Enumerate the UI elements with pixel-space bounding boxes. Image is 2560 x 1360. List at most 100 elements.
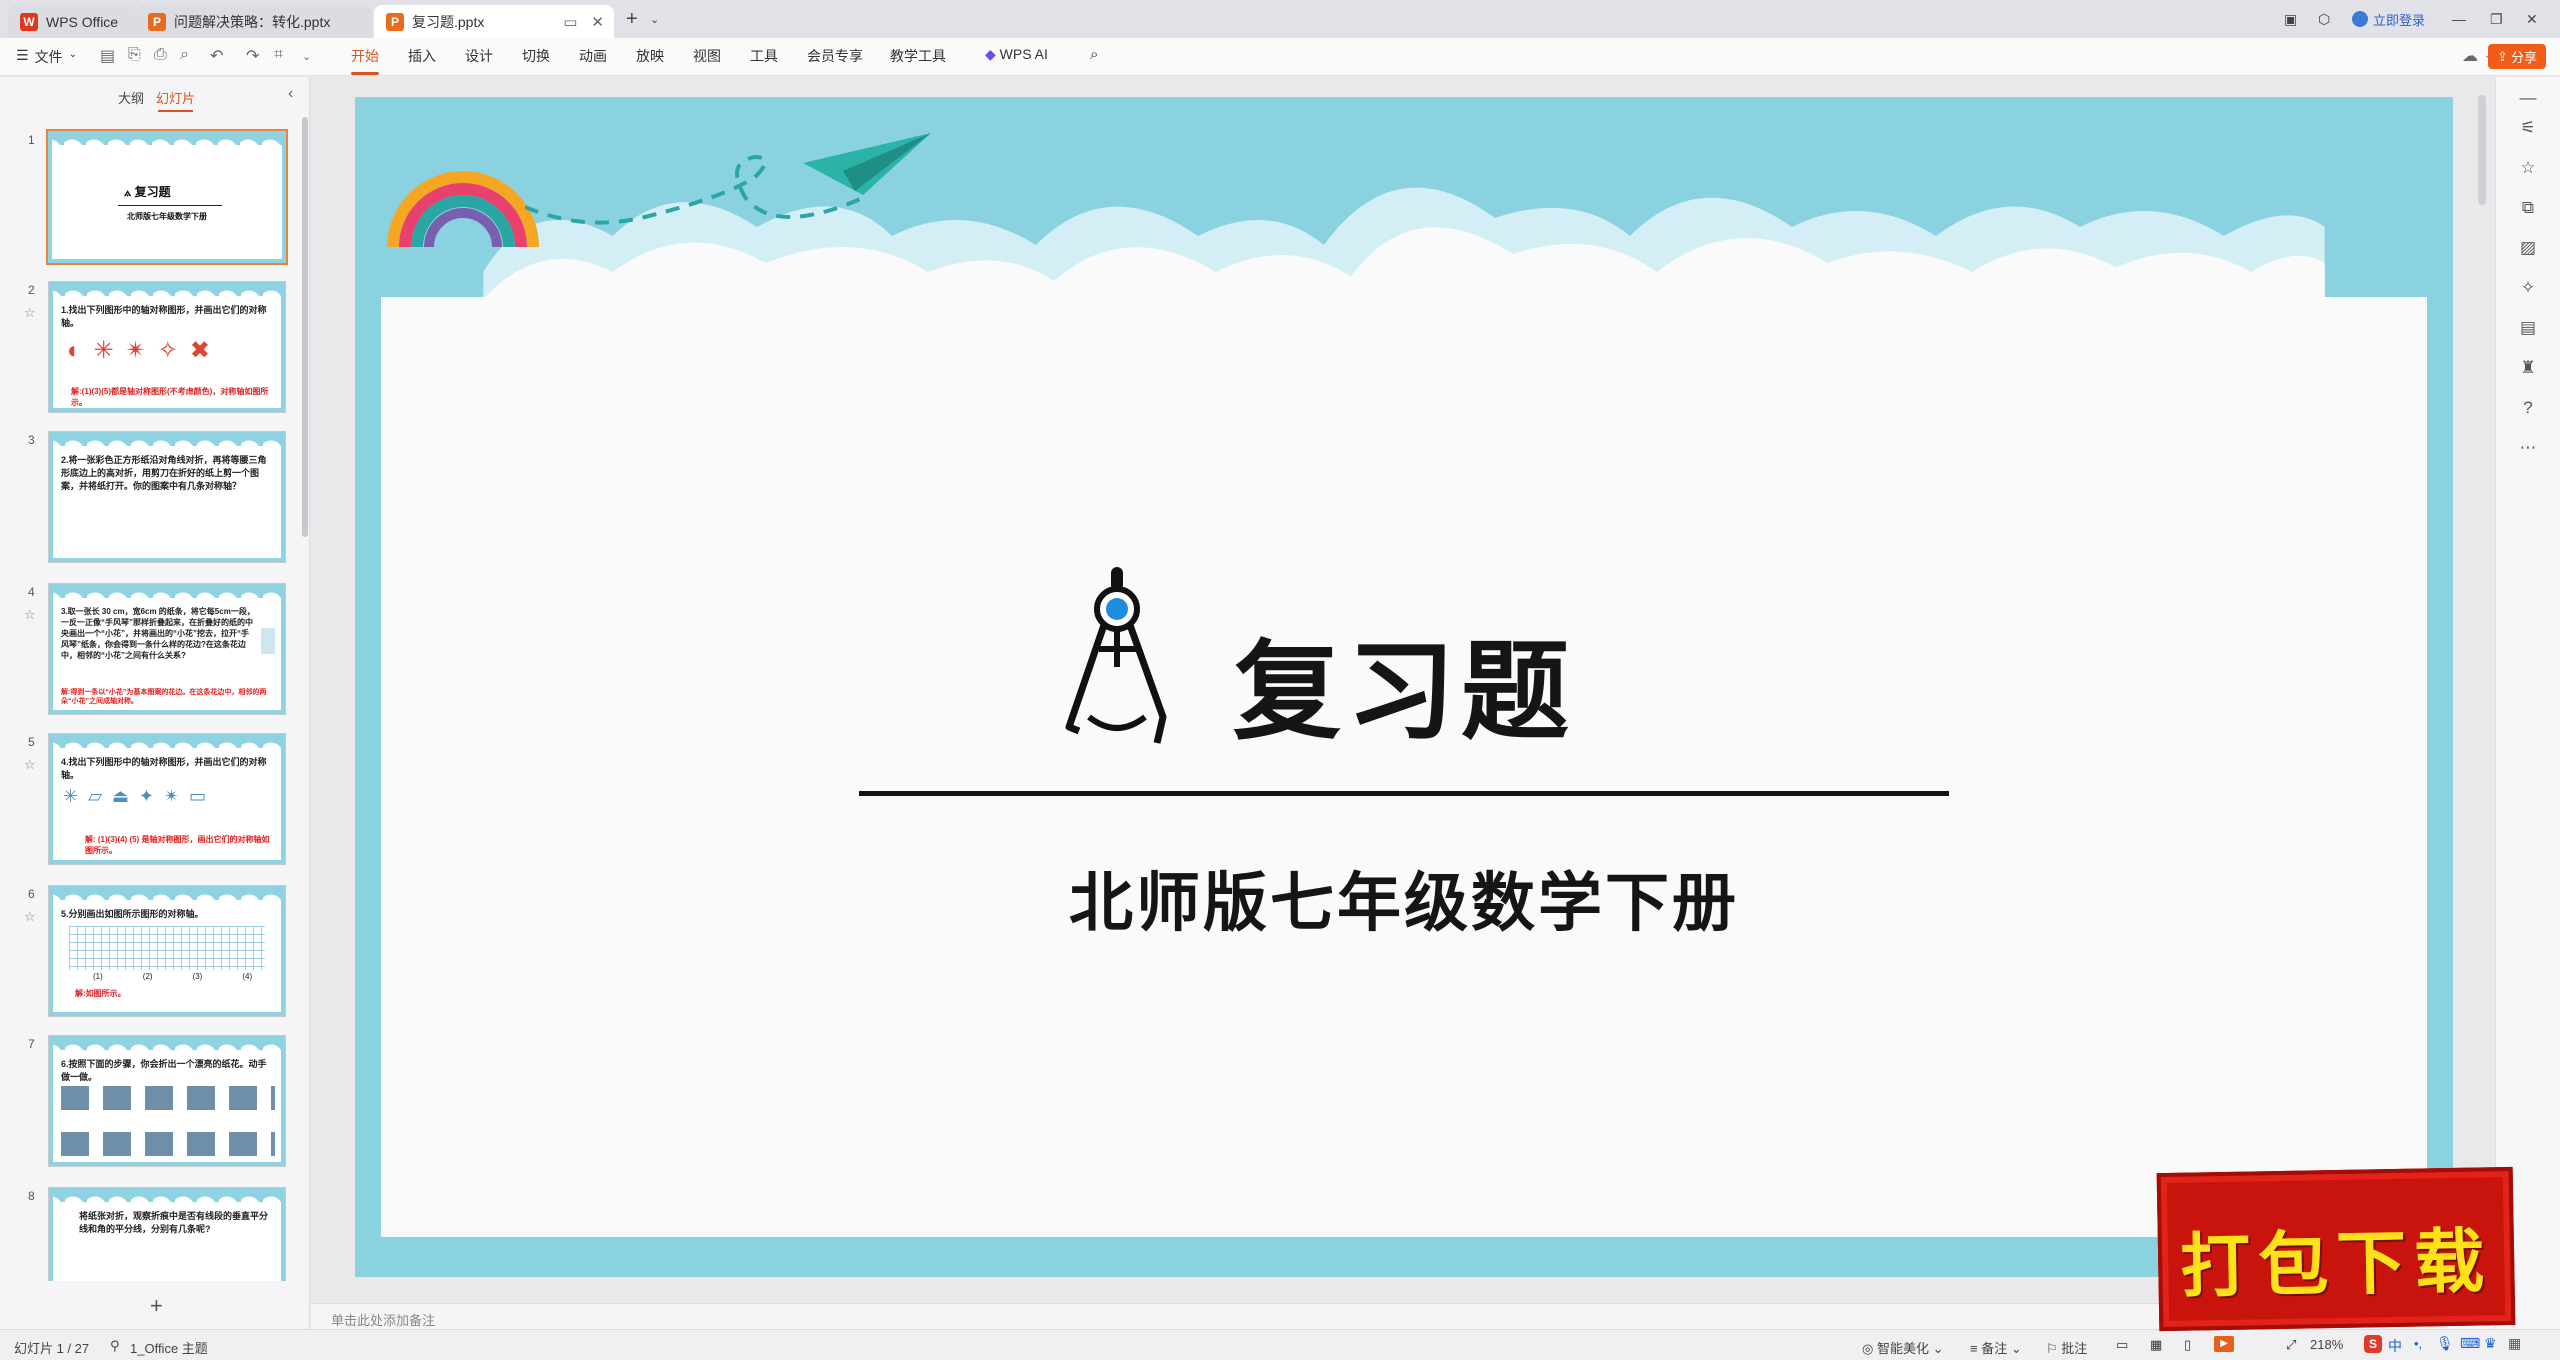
ppt-file-icon: P [148, 12, 166, 31]
monitor-icon[interactable]: ▭ [563, 13, 577, 31]
star-icon[interactable]: ☆ [2517, 157, 2539, 179]
ime-logo-icon[interactable]: S [2364, 1335, 2382, 1353]
star-icon[interactable]: ☆ [24, 757, 36, 773]
slide-title[interactable]: 复习题 [1233, 605, 1575, 761]
notes-button[interactable]: ≡ 备注 ⌄ [1970, 1338, 2022, 1357]
slide-number: 8 [28, 1189, 35, 1203]
menu-teaching-tools[interactable]: 教学工具 [890, 46, 946, 66]
thumb-grid [69, 926, 265, 970]
figure-label: (3) [192, 972, 203, 981]
panel-scrollbar[interactable] [302, 117, 308, 537]
slide-thumbnail-8[interactable]: 将纸张对折，观察折痕中是否有线段的垂直平分线和角的平分线，分别有几条呢? [48, 1187, 286, 1281]
toolbox-icon[interactable]: ▦ [2508, 1335, 2521, 1352]
search-icon[interactable]: ⌕ [1090, 46, 1098, 63]
shirt-icon[interactable]: ♜ [2517, 357, 2539, 379]
menu-tools[interactable]: 工具 [750, 46, 778, 66]
star-icon[interactable]: ☆ [24, 305, 36, 321]
keyboard-icon[interactable]: ⌨ [2460, 1335, 2480, 1352]
slide-thumbnail-4[interactable]: 3.取一张长 30 cm，宽6cm 的纸条，将它每5cm一段，一反一正像“手风琴… [48, 583, 286, 715]
format-painter-icon[interactable]: ⌗ [274, 46, 283, 64]
download-badge-text: 打包下载 [2179, 1219, 2493, 1308]
preview-icon[interactable]: ⌕ [180, 46, 189, 64]
figure-label: (4) [242, 972, 253, 981]
new-tab-button[interactable]: + [626, 6, 638, 32]
adjust-icon[interactable]: ⚟ [2517, 117, 2539, 139]
menu-view[interactable]: 视图 [693, 46, 721, 66]
copy-icon[interactable]: ⧉ [2517, 197, 2539, 219]
save-icon[interactable]: ▤ [100, 46, 115, 66]
slide-thumbnail-6[interactable]: 5.分别画出如图所示图形的对称轴。 (1) (2) (3) (4) 解:如图所示… [48, 885, 286, 1017]
collapse-panel-icon[interactable]: ‹ [288, 85, 293, 103]
download-badge[interactable]: 打包下载 [2156, 1166, 2516, 1332]
microphone-icon[interactable]: 🎙 [2436, 1335, 2454, 1352]
canvas-scrollbar[interactable] [2478, 95, 2486, 205]
cube-icon[interactable]: ⬡ [2318, 6, 2330, 32]
close-window-icon[interactable]: ✕ [2526, 6, 2538, 32]
reading-view-icon[interactable]: ▯ [2184, 1337, 2191, 1353]
tab-document-active[interactable]: P 复习题.pptx ▭ ✕ [374, 5, 614, 38]
thumb-border [49, 1036, 53, 1166]
tab-document[interactable]: P 问题解决策略：转化.pptx [136, 5, 372, 38]
chevron-down-icon[interactable]: ⌄ [650, 6, 659, 32]
tab-outline[interactable]: 大纲 [118, 88, 144, 107]
more-icon[interactable]: ⋯ [2517, 437, 2539, 459]
slide-thumbnail-3[interactable]: 2.将一张彩色正方形纸沿对角线对折，再将等腰三角形底边上的高对折，用剪刀在折好的… [48, 431, 286, 563]
theme-name[interactable]: 1_Office 主题 [130, 1338, 208, 1357]
login-button[interactable]: 立即登录 [2352, 6, 2425, 32]
slide-canvas[interactable]: 复习题 北师版七年级数学下册 [355, 97, 2453, 1277]
ime-language[interactable]: 中 [2388, 1336, 2402, 1356]
redo-icon[interactable]: ↷ [246, 46, 259, 66]
wps-ai-button[interactable]: ◆ WPS AI [985, 46, 1048, 63]
image-icon[interactable]: ▨ [2517, 237, 2539, 259]
play-slideshow-button[interactable]: ▶ [2214, 1336, 2234, 1352]
zoom-level[interactable]: 218% [2310, 1337, 2343, 1352]
menu-design[interactable]: 设计 [465, 46, 493, 66]
file-menu[interactable]: ☰ 文件 ⌄ [16, 47, 77, 67]
ribbon: ☰ 文件 ⌄ ▤ ⎘ ⎙ ⌕ ↶ ↷ ⌗ ⌄ 开始 插入 设计 切换 动画 放映… [0, 38, 2560, 76]
more-chevron-icon[interactable]: ⌄ [302, 50, 311, 63]
slide-number: 4 [28, 585, 35, 599]
book-icon[interactable]: ▤ [2517, 317, 2539, 339]
close-tab-icon[interactable]: ✕ [591, 13, 604, 31]
share-button[interactable]: ⇪ 分享 [2488, 44, 2546, 69]
minus-icon[interactable]: — [2517, 87, 2539, 109]
smart-beautify-button[interactable]: ◎ 智能美化 ⌄ [1862, 1338, 1944, 1357]
menu-home[interactable]: 开始 [351, 46, 379, 75]
star-icon[interactable]: ☆ [24, 607, 36, 623]
undo-icon[interactable]: ↶ [210, 46, 223, 66]
slide-counter: 幻灯片 1 / 27 [14, 1341, 90, 1356]
slide-thumbnail-5[interactable]: 4.找出下列图形中的轴对称图形，并画出它们的对称轴。 ✳▱⏏✦✴▭ 解: (1)… [48, 733, 286, 865]
skin-icon[interactable]: ♛ [2484, 1335, 2497, 1352]
window-icon[interactable]: ▣ [2284, 6, 2297, 32]
menu-slideshow[interactable]: 放映 [636, 46, 664, 66]
print-icon[interactable]: ⎙ [154, 46, 167, 64]
add-slide-button[interactable]: + [150, 1293, 163, 1319]
slide-subtitle[interactable]: 北师版七年级数学下册 [355, 852, 2453, 944]
cloud-sync-icon[interactable]: ☁ [2462, 46, 2478, 66]
fit-window-icon[interactable]: ⤢ [2286, 1337, 2296, 1353]
export-icon[interactable]: ⎘ [128, 46, 141, 64]
sorter-view-icon[interactable]: ▦ [2150, 1337, 2162, 1353]
slide-thumbnail-7[interactable]: 6.按照下面的步骤，你会折出一个漂亮的纸花。动手做一做。 [48, 1035, 286, 1167]
menu-transition[interactable]: 切换 [522, 46, 550, 66]
star-icon[interactable]: ☆ [24, 909, 36, 925]
normal-view-icon[interactable]: ▭ [2116, 1337, 2128, 1353]
menu-member[interactable]: 会员专享 [807, 46, 863, 66]
slide-thumbnail-1[interactable]: ⟑ 复习题 北师版七年级数学下册 [46, 129, 288, 265]
tab-slides[interactable]: 幻灯片 [156, 88, 195, 112]
help-icon[interactable]: ? [2517, 397, 2539, 419]
menu-insert[interactable]: 插入 [408, 46, 436, 66]
minimize-icon[interactable]: — [2452, 6, 2466, 32]
thumb-border [49, 584, 53, 714]
slide-thumbnail-2[interactable]: 1.找出下列图形中的轴对称图形，并画出它们的对称轴。 ◐✳✴✧✖ 解:(1)(3… [48, 281, 286, 413]
thumb-border [48, 259, 286, 263]
notes-label: 备注 [1981, 1341, 2008, 1356]
thumb-subtitle: 北师版七年级数学下册 [127, 212, 207, 221]
menu-animation[interactable]: 动画 [579, 46, 607, 66]
tab-wps-office[interactable]: W WPS Office [8, 5, 136, 38]
punctuation-icon[interactable]: •, [2414, 1336, 2422, 1351]
restore-icon[interactable]: ❐ [2490, 6, 2503, 32]
slide-number: 1 [28, 133, 35, 147]
comments-button[interactable]: ⚐ 批注 [2046, 1338, 2087, 1357]
magic-wand-icon[interactable]: ✧ [2517, 277, 2539, 299]
